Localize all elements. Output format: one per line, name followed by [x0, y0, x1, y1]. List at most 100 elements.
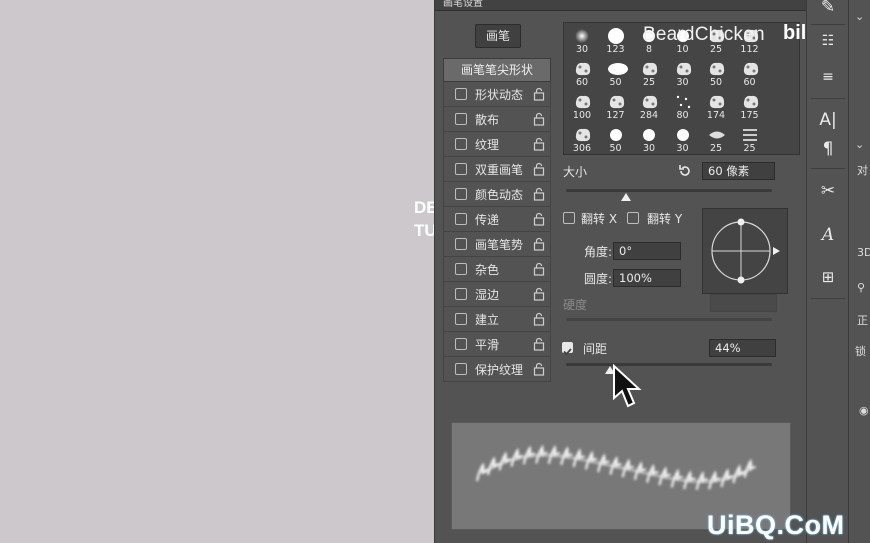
brush-tip-thumbnail [640, 126, 658, 144]
expand-icon[interactable]: ⌄ [855, 138, 864, 151]
lock-icon[interactable] [532, 336, 546, 351]
brush-preset[interactable]: 50 [699, 58, 733, 90]
document-canvas[interactable] [0, 0, 434, 543]
option-label: 湿边 [475, 288, 500, 302]
glyphs-icon[interactable]: A [815, 222, 841, 248]
brush-option-row[interactable]: 传递 [443, 207, 551, 232]
paragraph-icon[interactable]: ¶ [815, 136, 841, 162]
brush-tip-shape-item[interactable]: 画笔笔尖形状 [443, 58, 551, 82]
brush-option-row[interactable]: 画笔笔势 [443, 232, 551, 257]
brush-option-row[interactable]: 纹理 [443, 132, 551, 157]
option-checkbox[interactable] [455, 288, 467, 300]
brush-option-row[interactable]: 颜色动态 [443, 182, 551, 207]
size-slider-thumb[interactable] [621, 193, 631, 201]
brush-preset[interactable]: 30 [565, 25, 599, 57]
eye-icon[interactable]: ◉ [859, 404, 869, 417]
option-checkbox[interactable] [455, 88, 467, 100]
brush-size-label: 30 [676, 77, 689, 88]
brush-preset[interactable]: 60 [565, 58, 599, 90]
size-label: 大小 [563, 165, 588, 179]
lock-icon[interactable] [532, 186, 546, 201]
collapse-icon[interactable]: ⌄ [855, 10, 864, 23]
lock-icon[interactable] [532, 86, 546, 101]
brush-option-row[interactable]: 湿边 [443, 282, 551, 307]
brush-preset[interactable]: 100 [565, 91, 599, 123]
table-icon[interactable]: ⊞ [815, 264, 841, 290]
brush-preset[interactable]: 284 [632, 91, 666, 123]
option-checkbox[interactable] [455, 163, 467, 175]
spacing-checkbox[interactable] [562, 342, 573, 356]
character-icon[interactable]: A| [815, 107, 841, 133]
option-checkbox[interactable] [455, 263, 467, 275]
brush-option-row[interactable]: 形状动态 [443, 82, 551, 107]
option-checkbox[interactable] [455, 238, 467, 250]
brush-settings-panel: 画笔设置 画笔 画笔笔尖形状 形状动态 散布 纹理 双重画笔 颜色动态 传递 画笔笔势 杂色湿… [434, 0, 841, 543]
lock-icon[interactable] [532, 161, 546, 176]
brush-size-label: 306 [572, 143, 592, 154]
lock-icon[interactable] [532, 111, 546, 126]
brush-option-row[interactable]: 建立 [443, 307, 551, 332]
roundness-field[interactable]: 100% [613, 269, 681, 287]
brush-preset[interactable]: 25 [733, 124, 767, 154]
panel-tab-bar: 画笔设置 [435, 0, 807, 11]
option-checkbox[interactable] [455, 113, 467, 125]
brush-tip-thumbnail [640, 60, 658, 78]
brush-preset[interactable]: 30 [666, 124, 700, 154]
brush-settings-icon[interactable]: ☷ [815, 28, 841, 54]
brush-preset[interactable]: 306 [565, 124, 599, 154]
flip-x-checkbox[interactable] [563, 212, 575, 224]
clone-source-icon[interactable]: ≡ [815, 64, 841, 90]
option-checkbox[interactable] [455, 338, 467, 350]
brush-preset[interactable]: 25 [632, 58, 666, 90]
brush-size-label: 60 [575, 77, 589, 88]
brushes-button[interactable]: 画笔 [475, 24, 521, 48]
option-checkbox[interactable] [455, 138, 467, 150]
brush-tip-thumbnail [640, 93, 658, 111]
brush-preset[interactable]: 174 [699, 91, 733, 123]
lock-icon[interactable] [532, 311, 546, 326]
brush-preset[interactable]: 30 [666, 58, 700, 90]
lock-icon[interactable] [532, 211, 546, 226]
brush-preset[interactable]: 30 [632, 124, 666, 154]
brush-option-row[interactable]: 杂色 [443, 257, 551, 282]
option-label: 保护纹理 [475, 363, 524, 377]
brush-option-row[interactable]: 保护纹理 [443, 357, 551, 382]
angle-field[interactable]: 0° [613, 242, 681, 260]
brush-size-label: 25 [743, 143, 756, 154]
option-checkbox[interactable] [455, 313, 467, 325]
tab-brush-settings[interactable]: 画笔设置 [443, 0, 483, 9]
normal-mode-label[interactable]: 正 [857, 312, 868, 328]
lock-icon[interactable] [532, 236, 546, 251]
tools-icon[interactable]: ✂ [815, 178, 841, 204]
spacing-slider[interactable] [566, 363, 772, 366]
size-field[interactable]: 60 像素 [702, 162, 775, 180]
size-slider[interactable] [566, 189, 772, 192]
flip-y-checkbox[interactable] [627, 212, 639, 224]
brush-tip-thumbnail [707, 93, 725, 111]
lock-icon[interactable] [532, 136, 546, 151]
brush-preset[interactable]: 127 [599, 91, 633, 123]
option-checkbox[interactable] [455, 188, 467, 200]
lock-icon[interactable] [532, 361, 546, 376]
brush-preset[interactable]: 60 [733, 58, 767, 90]
brush-preset[interactable]: 50 [599, 58, 633, 90]
brush-icon[interactable]: ✎ [815, 0, 841, 20]
option-checkbox[interactable] [455, 363, 467, 375]
angle-roundness-widget[interactable] [702, 208, 788, 294]
brush-preset[interactable]: 50 [599, 124, 633, 154]
brush-option-row[interactable]: 双重画笔 [443, 157, 551, 182]
brush-preset[interactable]: 123 [599, 25, 633, 57]
brush-option-row[interactable]: 散布 [443, 107, 551, 132]
3d-tab[interactable]: 3D [857, 246, 870, 259]
brush-preset[interactable]: 80 [666, 91, 700, 123]
brush-preset[interactable]: 25 [699, 124, 733, 154]
reset-size-icon[interactable] [677, 163, 693, 179]
spacing-field[interactable]: 44% [709, 339, 776, 357]
search-icon[interactable]: ⚲ [857, 281, 865, 294]
brush-tip-thumbnail [707, 60, 725, 78]
brush-option-row[interactable]: 平滑 [443, 332, 551, 357]
option-checkbox[interactable] [455, 213, 467, 225]
lock-icon[interactable] [532, 261, 546, 276]
brush-preset[interactable]: 175 [733, 91, 767, 123]
lock-icon[interactable] [532, 286, 546, 301]
